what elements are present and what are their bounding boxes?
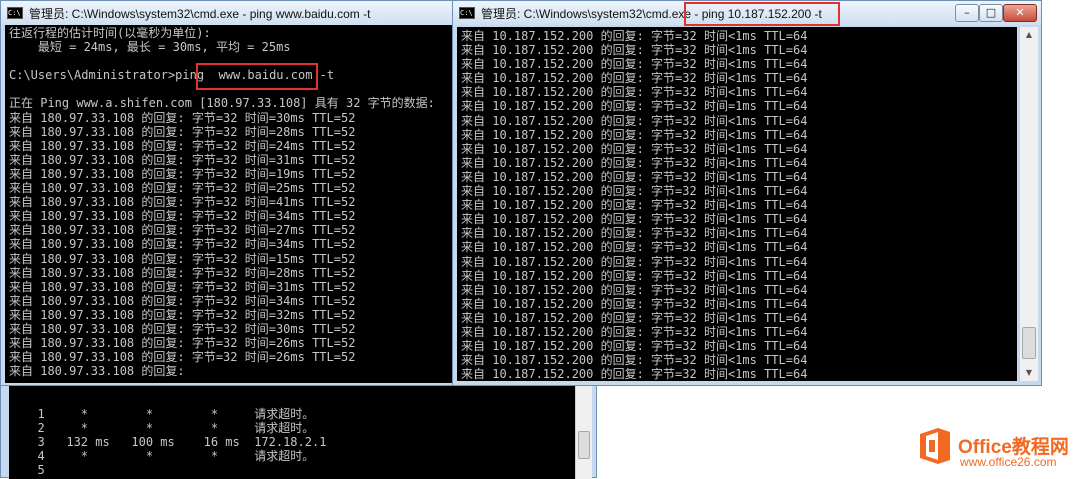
- maximize-button[interactable]: □: [979, 4, 1003, 22]
- console-line: 来自 180.97.33.108 的回复: 字节=32 时间=19ms TTL=…: [9, 166, 356, 181]
- tracert-console-window: 1 * * * 请求超时。 2 * * * 请求超时。 3 132 ms 100…: [0, 376, 597, 479]
- console-line: 来自 10.187.152.200 的回复: 字节=32 时间<1ms TTL=…: [461, 127, 808, 142]
- console-line: 最短 = 24ms, 最长 = 30ms, 平均 = 25ms: [9, 40, 291, 55]
- console-line: 来自 180.97.33.108 的回复: 字节=32 时间=26ms TTL=…: [9, 350, 356, 365]
- left-titlebar[interactable]: C:\ 管理员: C:\Windows\system32\cmd.exe - p…: [1, 1, 455, 25]
- console-line: 来自 180.97.33.108 的回复: 字节=32 时间=34ms TTL=…: [9, 293, 356, 308]
- right-scrollbar[interactable]: ▲ ▼: [1019, 27, 1038, 381]
- console-line: 来自 180.97.33.108 的回复: 字节=32 时间=27ms TTL=…: [9, 223, 356, 238]
- console-line: 来自 10.187.152.200 的回复: 字节=32 时间<1ms TTL=…: [461, 141, 808, 156]
- cmd-icon: C:\: [459, 7, 475, 19]
- tracert-scroll-thumb[interactable]: [578, 431, 590, 459]
- console-line: 来自 180.97.33.108 的回复: 字节=32 时间=31ms TTL=…: [9, 152, 356, 167]
- office-logo-icon: [920, 428, 950, 464]
- console-line: 来自 10.187.152.200 的回复: 字节=32 时间<1ms TTL=…: [461, 324, 808, 339]
- console-line: 来自 180.97.33.108 的回复: 字节=32 时间=30ms TTL=…: [9, 321, 356, 336]
- console-line: 来自 10.187.152.200 的回复: 字节=32 时间<1ms TTL=…: [461, 367, 808, 381]
- console-line: 来自 180.97.33.108 的回复: 字节=32 时间=15ms TTL=…: [9, 251, 356, 266]
- highlight-ping-ip: [684, 2, 840, 26]
- console-line: 来自 10.187.152.200 的回复: 字节=32 时间<1ms TTL=…: [461, 57, 808, 72]
- console-line: 来自 10.187.152.200 的回复: 字节=32 时间<1ms TTL=…: [461, 184, 808, 199]
- console-line: 来自 180.97.33.108 的回复: 字节=32 时间=32ms TTL=…: [9, 307, 356, 322]
- console-line: 来自 10.187.152.200 的回复: 字节=32 时间<1ms TTL=…: [461, 240, 808, 255]
- console-line: 来自 10.187.152.200 的回复: 字节=32 时间=1ms TTL=…: [461, 99, 808, 114]
- highlight-ping-baidu: [196, 63, 318, 90]
- console-line: 往返行程的估计时间(以毫秒为单位):: [9, 26, 211, 40]
- console-line: 来自 180.97.33.108 的回复: 字节=32 时间=31ms TTL=…: [9, 279, 356, 294]
- console-line: 来自 180.97.33.108 的回复: 字节=32 时间=34ms TTL=…: [9, 237, 356, 252]
- console-line: 3 132 ms 100 ms 16 ms 172.18.2.1: [23, 435, 327, 450]
- console-line: 来自 10.187.152.200 的回复: 字节=32 时间<1ms TTL=…: [461, 71, 808, 86]
- console-line: 来自 180.97.33.108 的回复: 字节=32 时间=41ms TTL=…: [9, 195, 356, 210]
- console-line: 来自 10.187.152.200 的回复: 字节=32 时间<1ms TTL=…: [461, 226, 808, 241]
- left-window-title: 管理员: C:\Windows\system32\cmd.exe - ping …: [29, 6, 371, 21]
- console-line: 来自 10.187.152.200 的回复: 字节=32 时间<1ms TTL=…: [461, 113, 808, 128]
- console-line: 来自 10.187.152.200 的回复: 字节=32 时间<1ms TTL=…: [461, 282, 808, 297]
- console-line: 来自 180.97.33.108 的回复: 字节=32 时间=30ms TTL=…: [9, 110, 356, 125]
- console-line: 来自 10.187.152.200 的回复: 字节=32 时间<1ms TTL=…: [461, 29, 808, 43]
- console-line: 来自 10.187.152.200 的回复: 字节=32 时间<1ms TTL=…: [461, 212, 808, 227]
- scroll-down-icon[interactable]: ▼: [1020, 365, 1038, 381]
- scroll-up-icon[interactable]: ▲: [1020, 27, 1038, 43]
- tracert-console-output: 1 * * * 请求超时。 2 * * * 请求超时。 3 132 ms 100…: [9, 379, 575, 479]
- console-line: 来自 180.97.33.108 的回复: 字节=32 时间=28ms TTL=…: [9, 265, 356, 280]
- console-line: 5: [23, 463, 45, 478]
- console-line: 来自 10.187.152.200 的回复: 字节=32 时间<1ms TTL=…: [461, 296, 808, 311]
- console-line: 来自 180.97.33.108 的回复: 字节=32 时间=26ms TTL=…: [9, 336, 356, 351]
- console-line: 2 * * * 请求超时。: [23, 421, 315, 436]
- cmd-icon: C:\: [7, 7, 23, 19]
- console-line: 来自 10.187.152.200 的回复: 字节=32 时间<1ms TTL=…: [461, 339, 808, 354]
- left-cmd-window: C:\ 管理员: C:\Windows\system32\cmd.exe - p…: [0, 0, 456, 386]
- minimize-button[interactable]: –: [955, 4, 979, 22]
- console-line: 来自 180.97.33.108 的回复: 字节=32 时间=34ms TTL=…: [9, 209, 356, 224]
- console-line: 来自 180.97.33.108 的回复: 字节=32 时间=24ms TTL=…: [9, 138, 356, 153]
- watermark-url: www.office26.com: [960, 455, 1057, 469]
- console-line: 来自 10.187.152.200 的回复: 字节=32 时间<1ms TTL=…: [461, 353, 808, 368]
- console-line: 来自 10.187.152.200 的回复: 字节=32 时间<1ms TTL=…: [461, 85, 808, 100]
- console-line: 来自 10.187.152.200 的回复: 字节=32 时间<1ms TTL=…: [461, 254, 808, 269]
- close-button[interactable]: ✕: [1003, 4, 1037, 22]
- console-line: 来自 180.97.33.108 的回复: 字节=32 时间=25ms TTL=…: [9, 181, 356, 196]
- tracert-scrollbar[interactable]: [575, 379, 592, 479]
- right-scroll-thumb[interactable]: [1022, 327, 1036, 359]
- console-line: 正在 Ping www.a.shifen.com [180.97.33.108]…: [9, 96, 435, 111]
- console-line: 来自 10.187.152.200 的回复: 字节=32 时间<1ms TTL=…: [461, 43, 808, 58]
- right-console-output: 来自 10.187.152.200 的回复: 字节=32 时间<1ms TTL=…: [457, 27, 1017, 381]
- console-line: 来自 10.187.152.200 的回复: 字节=32 时间<1ms TTL=…: [461, 268, 808, 283]
- console-line: 来自 180.97.33.108 的回复:: [9, 364, 185, 379]
- console-line: 1 * * * 请求超时。: [23, 407, 315, 422]
- console-line: 4 * * * 请求超时。: [23, 449, 315, 464]
- console-line: 来自 10.187.152.200 的回复: 字节=32 时间<1ms TTL=…: [461, 169, 808, 184]
- console-line: 来自 10.187.152.200 的回复: 字节=32 时间<1ms TTL=…: [461, 155, 808, 170]
- right-cmd-window: C:\ 管理员: C:\Windows\system32\cmd.exe - p…: [452, 0, 1042, 386]
- console-line: 来自 180.97.33.108 的回复: 字节=32 时间=28ms TTL=…: [9, 124, 356, 139]
- console-line: 来自 10.187.152.200 的回复: 字节=32 时间<1ms TTL=…: [461, 310, 808, 325]
- console-line: 来自 10.187.152.200 的回复: 字节=32 时间<1ms TTL=…: [461, 198, 808, 213]
